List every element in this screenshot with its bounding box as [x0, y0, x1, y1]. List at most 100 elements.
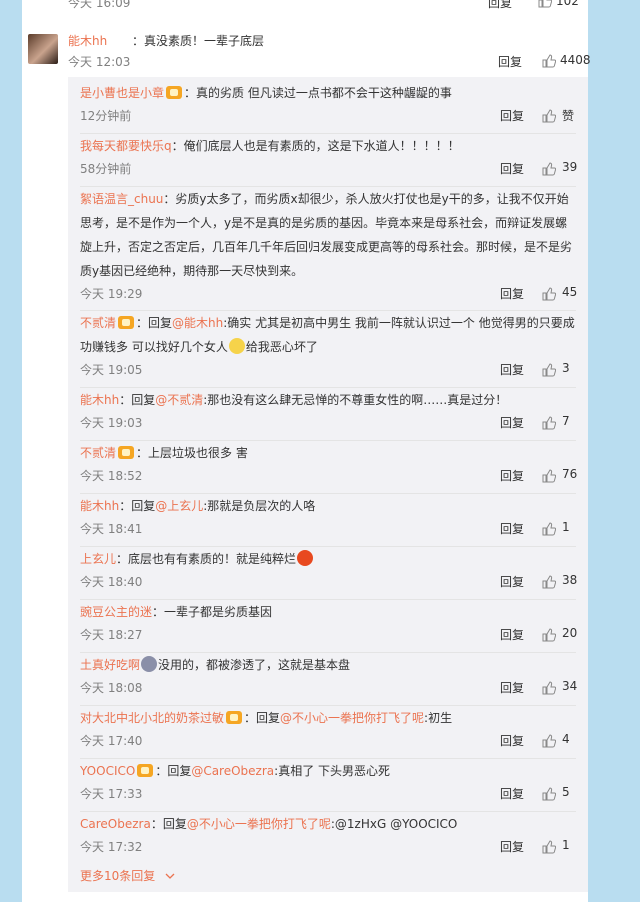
reply-content: 我每天都要快乐q：俺们底层人也是有素质的，这是下水道人！！！！！ — [80, 134, 576, 158]
like-count: 20 — [562, 626, 578, 640]
like-count: 34 — [562, 679, 578, 693]
username-link[interactable]: 是小曹也是小章 — [80, 86, 164, 100]
thumbs-up-icon[interactable] — [542, 362, 557, 377]
username-link[interactable]: 絮语温言_chuu — [80, 192, 163, 206]
timestamp: 今天 18:40 — [80, 575, 143, 589]
reply-button[interactable]: 回复 — [500, 626, 524, 643]
fan-badge-icon — [118, 446, 135, 459]
username-link[interactable]: 我每天都要快乐q — [80, 139, 172, 153]
reply-button[interactable]: 回复 — [498, 53, 522, 70]
thumbs-up-icon[interactable] — [542, 733, 557, 748]
reply-button[interactable]: 回复 — [500, 285, 524, 302]
username-link[interactable]: 能木hh — [80, 499, 119, 513]
reply-prefix: ：回复 — [155, 764, 192, 778]
like-count: 5 — [562, 785, 570, 799]
mention-link[interactable]: @上玄儿 — [155, 499, 203, 513]
reply-item: 絮语温言_chuu：劣质y太多了，而劣质x却很少，杀人放火打仗也是y干的多，让我… — [80, 187, 578, 311]
reply-button[interactable]: 回复 — [500, 160, 524, 177]
reply-item: 我每天都要快乐q：俺们底层人也是有素质的，这是下水道人！！！！！ 58分钟前 回复 3… — [80, 134, 577, 187]
thumbs-up-icon[interactable] — [542, 468, 557, 483]
thumbs-up-icon[interactable] — [542, 521, 557, 536]
thumbs-up-icon[interactable] — [542, 108, 557, 123]
reply-content: 不贰清 ：上层垃圾也很多 害 — [80, 441, 576, 465]
like-count: 102 — [556, 0, 579, 8]
username-link[interactable]: 不贰清 — [80, 316, 116, 330]
timestamp: 今天 12:03 — [68, 55, 131, 69]
reply-button[interactable]: 回复 — [500, 467, 524, 484]
reply-button[interactable]: 回复 — [488, 0, 512, 11]
avatar[interactable] — [28, 34, 58, 64]
username-link[interactable]: 土真好吃啊 — [80, 658, 140, 672]
username-link[interactable]: 对大北中北小北的奶茶过敏 — [80, 711, 224, 725]
username-link[interactable]: 上玄儿 — [80, 552, 116, 566]
timestamp: 今天 19:05 — [80, 363, 143, 377]
reply-list: 是小曹也是小章 ：真的劣质 但凡读过一点书都不会干这种龌龊的事 12分钟前 回复赞我每… — [68, 77, 588, 892]
thumbs-up-icon[interactable] — [538, 0, 553, 11]
username-link[interactable]: YOOCICO — [80, 764, 135, 778]
reply-item: 能木hh：回复@不贰清:那也没有这么肆无忌惮的不尊重女性的啊……真是过分！ 今天 … — [80, 388, 576, 441]
thumbs-up-icon[interactable] — [542, 574, 557, 589]
reply-button[interactable]: 回复 — [500, 520, 524, 537]
timestamp: 今天 17:40 — [80, 734, 143, 748]
reply-content: 豌豆公主的迷：一辈子都是劣质基因 — [80, 600, 576, 624]
reply-item: 豌豆公主的迷：一辈子都是劣质基因 今天 18:27 回复 20 — [80, 600, 578, 653]
username-link[interactable]: 豌豆公主的迷 — [80, 605, 152, 619]
reply-button[interactable]: 回复 — [500, 679, 524, 696]
reply-text: :那也没有这么肆无忌惮的不尊重女性的啊……真是过分！ — [203, 393, 508, 407]
reply-item: YOOCICO ：回复@CareObezra:真相了 下头男恶心死今天 17:33… — [80, 759, 576, 812]
username-link[interactable]: 能木hh — [80, 393, 119, 407]
mention-link[interactable]: @不小心一拳把你打飞了呢 — [280, 711, 424, 725]
reply-prefix: ：回复 — [119, 393, 156, 407]
reply-text-cont: 给我恶心坏了 — [245, 340, 318, 354]
reply-item: 对大北中北小北的奶茶过敏 ：回复@不小心一拳把你打飞了呢:初生 今天 17:40 回复… — [80, 706, 576, 759]
reply-button[interactable]: 回复 — [500, 785, 524, 802]
thumbs-up-icon[interactable] — [542, 680, 557, 695]
reply-content: 对大北中北小北的奶茶过敏 ：回复@不小心一拳把你打飞了呢:初生 — [80, 706, 576, 730]
reply-text: 没用的，都被渗透了，这就是基本盘 — [158, 658, 351, 672]
username-link[interactable]: 不贰清 — [80, 446, 116, 460]
like-count: 45 — [562, 285, 578, 299]
mention-link[interactable]: @CareObezra — [191, 764, 274, 778]
reply-content: 不贰清 ：回复@能木hh:确实 尤其是初高中男生 我前一阵就认识过一个 他觉得男的… — [80, 311, 576, 359]
thumbs-up-icon[interactable] — [542, 786, 557, 801]
username-link[interactable]: 能木hh — [68, 32, 107, 49]
reply-text: ：一辈子都是劣质基因 — [152, 605, 273, 619]
mention-link[interactable]: @不贰清 — [155, 393, 203, 407]
reply-button[interactable]: 回复 — [500, 573, 524, 590]
reply-text: :@1zHxG @YOOCICO — [330, 817, 458, 831]
like-count: 4408 — [560, 53, 591, 67]
username-link[interactable]: CareObezra — [80, 817, 151, 831]
main-comment: 能木hh ：真没素质！一辈子底层 今天 12:03 回复 4408 — [28, 32, 591, 76]
reply-text: ：上层垃圾也很多 害 — [136, 446, 248, 460]
reply-content: 能木hh：回复@上玄儿:那就是负层次的人咯 — [80, 494, 576, 518]
reply-button[interactable]: 回复 — [500, 414, 524, 431]
more-replies-link[interactable]: 更多10条回复 — [80, 867, 175, 884]
reply-content: YOOCICO ：回复@CareObezra:真相了 下头男恶心死 — [80, 759, 576, 783]
reply-button[interactable]: 回复 — [500, 107, 524, 124]
reply-button[interactable]: 回复 — [500, 361, 524, 378]
fan-badge-icon — [137, 764, 154, 777]
mention-link[interactable]: @不小心一拳把你打飞了呢 — [187, 817, 331, 831]
reply-button[interactable]: 回复 — [500, 838, 524, 855]
thumbs-up-icon[interactable] — [542, 286, 557, 301]
reply-prefix: ：回复 — [244, 711, 281, 725]
timestamp: 今天 18:41 — [80, 522, 143, 536]
thumbs-up-icon[interactable] — [542, 161, 557, 176]
reply-item: 不贰清 ：回复@能木hh:确实 尤其是初高中男生 我前一阵就认识过一个 他觉得男的… — [80, 311, 576, 388]
thumbs-up-icon[interactable] — [542, 627, 557, 642]
thumbs-up-icon[interactable] — [542, 415, 557, 430]
reply-content: 上玄儿：底层也有有素质的！就是纯粹烂 — [80, 547, 576, 571]
reply-item: 不贰清 ：上层垃圾也很多 害今天 18:52 回复 76 — [80, 441, 578, 494]
thumbs-up-icon[interactable] — [542, 53, 557, 68]
thumbs-up-icon[interactable] — [542, 839, 557, 854]
reply-text: :真相了 下头男恶心死 — [274, 764, 391, 778]
reply-content: 土真好吃啊 没用的，都被渗透了，这就是基本盘 — [80, 653, 576, 677]
like-count: 76 — [562, 467, 578, 481]
reply-button[interactable]: 回复 — [500, 732, 524, 749]
fan-badge-icon — [118, 316, 135, 329]
timestamp: 12分钟前 — [80, 109, 132, 123]
reply-prefix: ：回复 — [136, 316, 173, 330]
like-count: 1 — [562, 838, 570, 852]
timestamp: 今天 17:33 — [80, 787, 143, 801]
mention-link[interactable]: @能木hh — [172, 316, 223, 330]
